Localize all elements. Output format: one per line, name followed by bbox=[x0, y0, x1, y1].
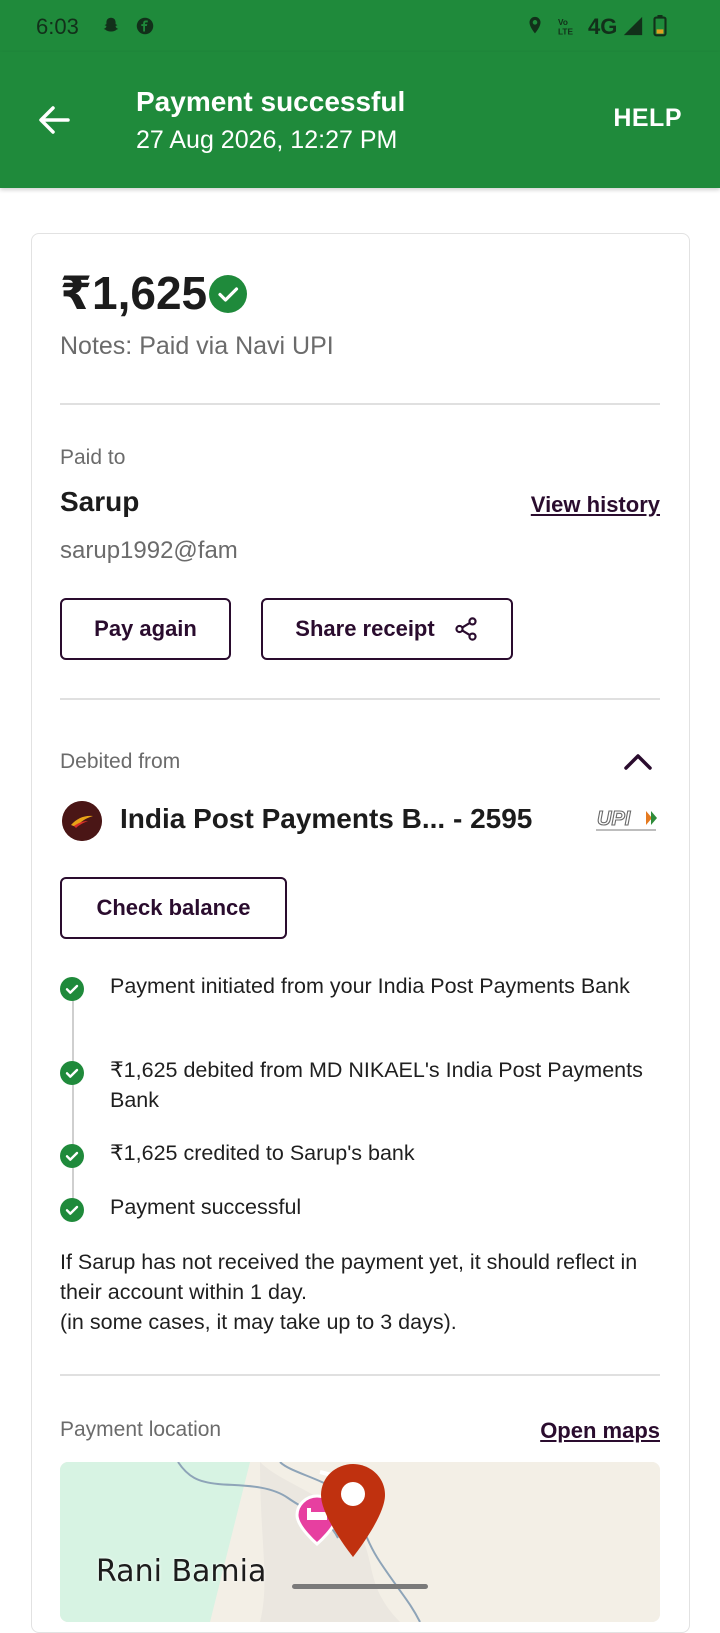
payment-amount: ₹1,625 bbox=[60, 267, 208, 319]
debit-bank-row: India Post Payments B... - 2595 UPI bbox=[60, 799, 660, 843]
battery-icon bbox=[653, 15, 667, 37]
settlement-info: If Sarup has not received the payment ye… bbox=[60, 1247, 640, 1337]
check-balance-button[interactable]: Check balance bbox=[60, 877, 287, 939]
map-place-label: Rani Bamia bbox=[96, 1554, 267, 1589]
timeline-step: ₹1,625 credited to Sarup's bank bbox=[60, 1138, 660, 1170]
payee-vpa: sarup1992@fam bbox=[60, 537, 238, 564]
payment-location-map[interactable]: Rani Bamia bbox=[60, 1462, 660, 1622]
check-balance-label: Check balance bbox=[96, 895, 251, 920]
debited-from-label: Debited from bbox=[60, 750, 181, 773]
network-label: 4G bbox=[588, 14, 618, 39]
share-receipt-label: Share receipt bbox=[295, 616, 435, 641]
step-check-icon bbox=[60, 977, 84, 1001]
step-text: Payment initiated from your India Post P… bbox=[110, 974, 630, 998]
svg-text:LTE: LTE bbox=[558, 27, 573, 36]
step-check-icon bbox=[60, 1198, 84, 1222]
step-text: ₹1,625 credited to Sarup's bank bbox=[110, 1141, 415, 1165]
view-history-link[interactable]: View history bbox=[531, 492, 660, 518]
facebook-icon bbox=[136, 17, 154, 35]
chevron-up-icon[interactable] bbox=[622, 748, 654, 774]
step-text: ₹1,625 debited from MD NIKAEL's India Po… bbox=[110, 1058, 643, 1112]
step-text: Payment successful bbox=[110, 1195, 302, 1219]
payment-datetime: 27 Aug 2026, 12:27 PM bbox=[136, 126, 398, 154]
divider bbox=[60, 698, 660, 700]
settlement-info-line: If Sarup has not received the payment ye… bbox=[60, 1250, 638, 1304]
success-check-icon bbox=[209, 275, 247, 313]
location-pin-icon bbox=[321, 1464, 385, 1557]
snapchat-icon bbox=[103, 17, 119, 32]
back-arrow-icon[interactable] bbox=[34, 100, 74, 140]
status-time: 6:03 bbox=[36, 14, 79, 39]
timeline-step: ₹1,625 debited from MD NIKAEL's India Po… bbox=[60, 1055, 660, 1115]
timeline-step: Payment successful bbox=[60, 1192, 660, 1224]
app-bar: Payment successful 27 Aug 2026, 12:27 PM… bbox=[0, 52, 720, 188]
svg-text:Vo: Vo bbox=[558, 18, 568, 27]
settlement-info-note: (in some cases, it may take up to 3 days… bbox=[60, 1310, 457, 1334]
signal-icon bbox=[623, 16, 643, 36]
divider bbox=[60, 1374, 660, 1376]
payee-name: Sarup bbox=[60, 486, 140, 517]
share-receipt-button[interactable]: Share receipt bbox=[261, 598, 513, 660]
volte-icon: VoLTE bbox=[558, 18, 573, 36]
payment-location-label: Payment location bbox=[60, 1418, 222, 1441]
open-maps-link[interactable]: Open maps bbox=[540, 1418, 660, 1444]
location-status-icon bbox=[529, 16, 541, 34]
step-check-icon bbox=[60, 1144, 84, 1168]
paid-to-label: Paid to bbox=[60, 446, 126, 469]
page-title: Payment successful bbox=[136, 86, 406, 117]
payment-notes: Notes: Paid via Navi UPI bbox=[60, 332, 334, 360]
step-check-icon bbox=[60, 1061, 84, 1085]
share-icon bbox=[455, 617, 477, 641]
divider bbox=[60, 403, 660, 405]
pay-again-button[interactable]: Pay again bbox=[60, 598, 231, 660]
help-button[interactable]: HELP bbox=[613, 104, 682, 133]
upi-logo-icon: UPI bbox=[596, 807, 657, 831]
pay-again-label: Pay again bbox=[94, 616, 197, 641]
timeline-step: Payment initiated from your India Post P… bbox=[60, 971, 660, 1031]
status-bar: 6:03 Vo LTE 4G bbox=[0, 0, 720, 52]
gesture-nav-handle[interactable] bbox=[292, 1584, 428, 1589]
bank-account-name: India Post Payments B... - 2595 bbox=[120, 803, 533, 834]
india-post-bank-logo-icon bbox=[62, 801, 102, 841]
svg-text:UPI: UPI bbox=[597, 808, 631, 830]
